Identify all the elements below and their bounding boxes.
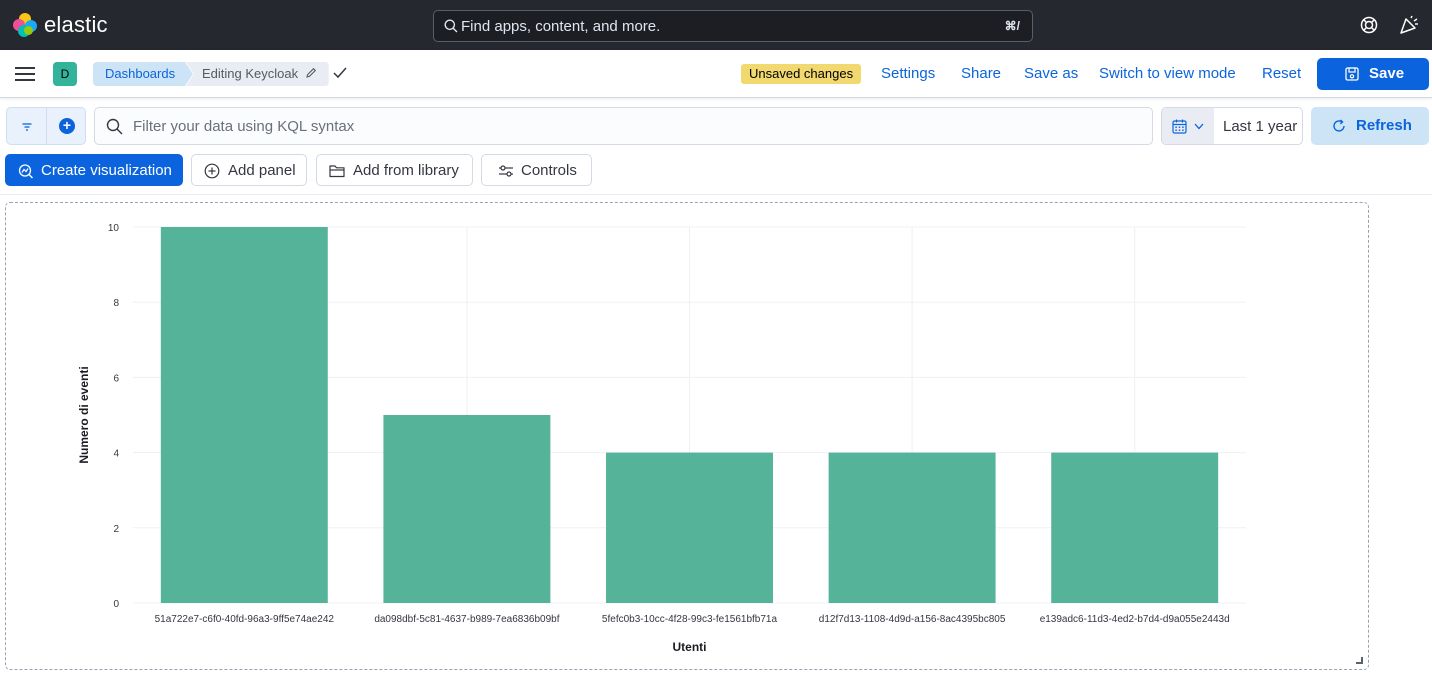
controls-icon [499,165,513,177]
search-icon [106,118,123,135]
bar [828,452,996,603]
refresh-icon [1333,119,1345,132]
app-header: D Dashboards Editing Keycloak Unsaved ch… [0,50,1432,98]
bar [160,227,328,603]
create-visualization-button[interactable]: Create visualization [5,154,183,186]
add-panel-button[interactable]: Add panel [191,154,307,186]
visualization-panel[interactable]: 0 2 4 6 8 10 51a722e7-c6f0-40fd-96a3-9ff5e74ae… [5,202,1369,670]
add-panel-label: Add panel [228,162,296,179]
x-tick-label: d12f7d13-1108-4d9d-a156-8ac4395bc805 [819,614,1006,625]
breadcrumb-current-label: Editing Keycloak [202,66,299,81]
global-header: elastic Find apps, content, and more. ⌘/ [0,0,1432,50]
y-tick-label: 6 [113,373,119,384]
logo-text: elastic [44,12,108,37]
add-from-library-label: Add from library [353,162,459,179]
elastic-logo-icon [12,12,38,38]
help-icon[interactable] [1359,15,1379,35]
settings-link[interactable]: Settings [881,65,935,82]
x-tick-label: 5fefc0b3-10cc-4f28-99c3-fe1561bfb71a [602,614,778,625]
kql-input[interactable] [133,115,1133,137]
add-from-library-button[interactable]: Add from library [316,154,473,186]
date-range-label[interactable]: Last 1 year [1223,118,1297,135]
chevron-down-icon [1194,123,1204,130]
kql-query-bar[interactable] [94,107,1153,145]
y-tick-label: 10 [108,223,120,234]
refresh-label: Refresh [1356,117,1412,134]
refresh-button[interactable]: Refresh [1311,107,1429,145]
bar [606,452,773,603]
news-feed-icon[interactable] [1399,15,1419,35]
x-tick-label: e139adc6-11d3-4ed2-b7d4-d9a055e2443d [1040,614,1230,625]
y-tick-label: 0 [113,599,119,610]
controls-label: Controls [521,162,577,179]
y-tick-label: 8 [113,298,119,309]
x-tick-label: 51a722e7-c6f0-40fd-96a3-9ff5e74ae242 [155,614,335,625]
check-icon[interactable] [333,67,347,79]
date-picker[interactable]: Last 1 year [1161,107,1303,145]
controls-button[interactable]: Controls [481,154,592,186]
search-icon [444,19,458,33]
y-tick-label: 4 [113,449,119,460]
plus-circle-icon [204,163,220,179]
x-axis-title: Utenti [673,640,707,654]
save-label: Save [1369,65,1405,82]
y-axis-title: Numero di eventi [77,366,91,463]
elastic-logo[interactable]: elastic [12,12,108,38]
filter-divider [46,108,47,144]
folder-icon [329,165,345,178]
bar [1051,452,1219,603]
share-link[interactable]: Share [961,65,1001,82]
save-icon [1345,67,1359,81]
bar [383,415,551,603]
quick-menu-button[interactable] [1162,108,1214,144]
lens-icon [18,164,33,179]
search-placeholder: Find apps, content, and more. [461,18,661,35]
y-tick-label: 2 [113,524,119,535]
global-search[interactable]: Find apps, content, and more. ⌘/ [433,10,1033,42]
unsaved-changes-badge: Unsaved changes [741,64,862,84]
reset-link[interactable]: Reset [1262,65,1301,82]
panel-resize-handle[interactable] [1356,657,1363,664]
save-button[interactable]: Save [1317,58,1429,90]
x-tick-label: da098dbf-5c81-4637-b989-7ea6836b09bf [374,614,559,625]
search-shortcut: ⌘/ [1004,19,1020,33]
filter-icon[interactable] [21,121,33,133]
filter-controls: + [6,107,86,145]
breadcrumb-current: Editing Keycloak [186,62,329,86]
breadcrumb-dashboards[interactable]: Dashboards [93,62,193,86]
space-avatar[interactable]: D [53,62,77,86]
create-visualization-label: Create visualization [41,162,172,179]
bar-chart: 0 2 4 6 8 10 51a722e7-c6f0-40fd-96a3-9ff5e74ae… [77,223,1246,654]
pencil-icon[interactable] [305,67,317,79]
add-filter-icon[interactable]: + [59,118,75,134]
hamburger-menu-icon[interactable] [15,65,35,83]
switch-to-view-mode-link[interactable]: Switch to view mode [1099,65,1236,82]
calendar-icon [1172,119,1187,134]
save-as-link[interactable]: Save as [1024,65,1078,82]
